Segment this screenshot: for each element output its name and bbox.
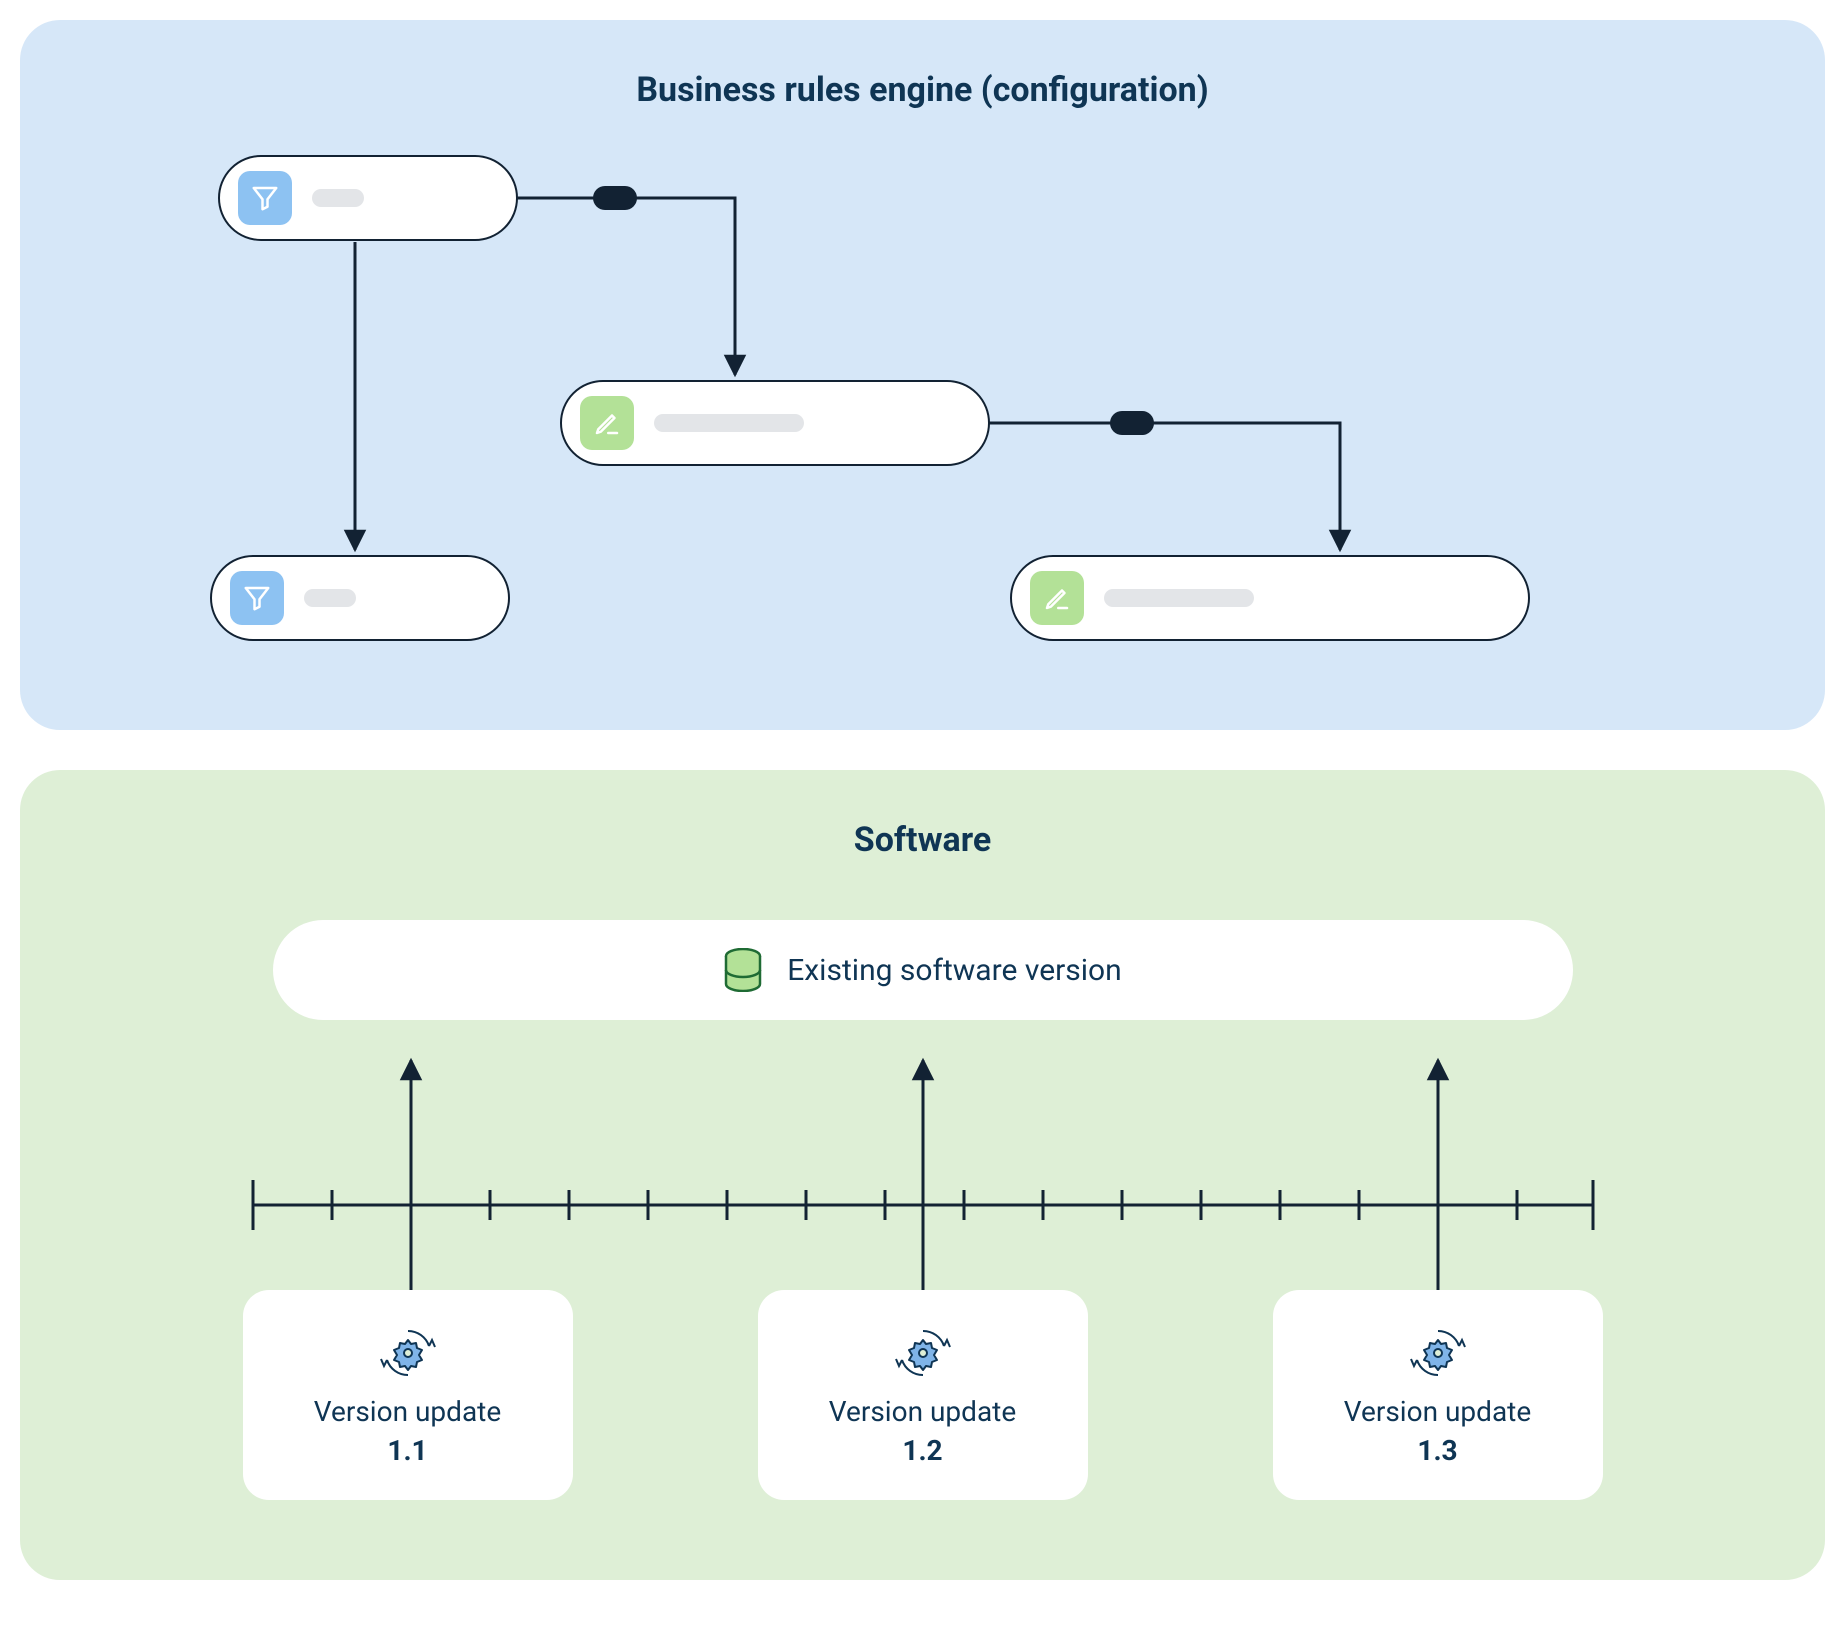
version-label: Version update — [314, 1395, 501, 1428]
gear-refresh-icon — [378, 1323, 438, 1383]
node-placeholder — [312, 189, 364, 207]
filter-icon — [230, 571, 284, 625]
flow-diagram — [80, 150, 1765, 670]
flow-node-filter — [210, 555, 510, 641]
version-card: Version update 1.2 — [758, 1290, 1088, 1500]
software-title: Software — [80, 820, 1765, 860]
version-number: 1.1 — [387, 1434, 427, 1467]
database-icon — [723, 948, 763, 992]
version-card: Version update 1.3 — [1273, 1290, 1603, 1500]
node-placeholder — [304, 589, 356, 607]
existing-version-bar: Existing software version — [273, 920, 1573, 1020]
software-panel: Software Existing software version — [20, 770, 1825, 1580]
filter-icon — [238, 171, 292, 225]
software-diagram: Existing software version — [123, 920, 1723, 1500]
edit-icon — [1030, 571, 1084, 625]
version-number: 1.2 — [902, 1434, 942, 1467]
flow-node-filter — [218, 155, 518, 241]
version-card: Version update 1.1 — [243, 1290, 573, 1500]
edit-icon — [580, 396, 634, 450]
gear-refresh-icon — [1408, 1323, 1468, 1383]
version-label: Version update — [1344, 1395, 1531, 1428]
node-placeholder — [1104, 589, 1254, 607]
connector-badge — [1110, 411, 1154, 435]
version-label: Version update — [829, 1395, 1016, 1428]
version-number: 1.3 — [1417, 1434, 1457, 1467]
rules-panel: Business rules engine (configuration) — [20, 20, 1825, 730]
flow-node-action — [1010, 555, 1530, 641]
rules-title: Business rules engine (configuration) — [80, 70, 1765, 110]
flow-node-action — [560, 380, 990, 466]
existing-version-label: Existing software version — [787, 953, 1121, 988]
gear-refresh-icon — [893, 1323, 953, 1383]
node-placeholder — [654, 414, 804, 432]
connector-badge — [593, 186, 637, 210]
